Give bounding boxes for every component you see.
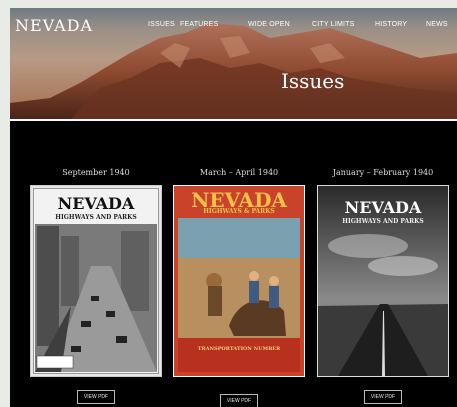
- city-street-photo: [35, 224, 157, 372]
- nav-city-limits[interactable]: CITY LIMITS: [312, 21, 355, 28]
- issue-card: September 1940 NEVADA HIGHWAYS AND PARKS…: [30, 168, 162, 407]
- issue-cover[interactable]: NEVADA HIGHWAYS & PARKS TRANSPORTATION N…: [173, 185, 305, 377]
- issue-card: January – February 1940 NEVADA HIGHWAYS …: [317, 168, 449, 407]
- page-title: Issues: [281, 69, 345, 93]
- issue-date: March – April 1940: [199, 168, 279, 177]
- issue-date: January – February 1940: [332, 168, 434, 177]
- cover-footer: TRANSPORTATION NUMBER: [197, 346, 281, 352]
- main-nav: ISSUES FEATURES WIDE OPEN CITY LIMITS HI…: [10, 21, 457, 35]
- hero-banner: NEVADA ISSUES FEATURES WIDE OPEN CITY LI…: [10, 8, 457, 120]
- cover-subtitle: HIGHWAYS & PARKS: [203, 208, 275, 215]
- nav-issues[interactable]: ISSUES: [148, 21, 175, 28]
- issue-cover[interactable]: NEVADA HIGHWAYS AND PARKS: [317, 185, 449, 377]
- page: NEVADA ISSUES FEATURES WIDE OPEN CITY LI…: [10, 8, 457, 407]
- cover-title: NEVADA: [344, 198, 422, 217]
- view-pdf-button[interactable]: VIEW PDF: [220, 394, 258, 407]
- nav-news[interactable]: NEWS: [426, 21, 448, 28]
- issue-card: March – April 1940 NEVADA HIGHWAYS & PAR…: [173, 168, 305, 407]
- view-pdf-button[interactable]: VIEW PDF: [364, 390, 402, 404]
- view-pdf-button[interactable]: VIEW PDF: [77, 390, 115, 404]
- cover-subtitle: HIGHWAYS AND PARKS: [342, 218, 424, 225]
- nav-features[interactable]: FEATURES: [180, 21, 218, 28]
- divider: [10, 119, 457, 121]
- nav-wide-open[interactable]: WIDE OPEN: [248, 21, 290, 28]
- issue-cover[interactable]: NEVADA HIGHWAYS AND PARKS: [30, 185, 162, 377]
- nav-history[interactable]: HISTORY: [375, 21, 407, 28]
- issue-date: September 1940: [62, 168, 130, 177]
